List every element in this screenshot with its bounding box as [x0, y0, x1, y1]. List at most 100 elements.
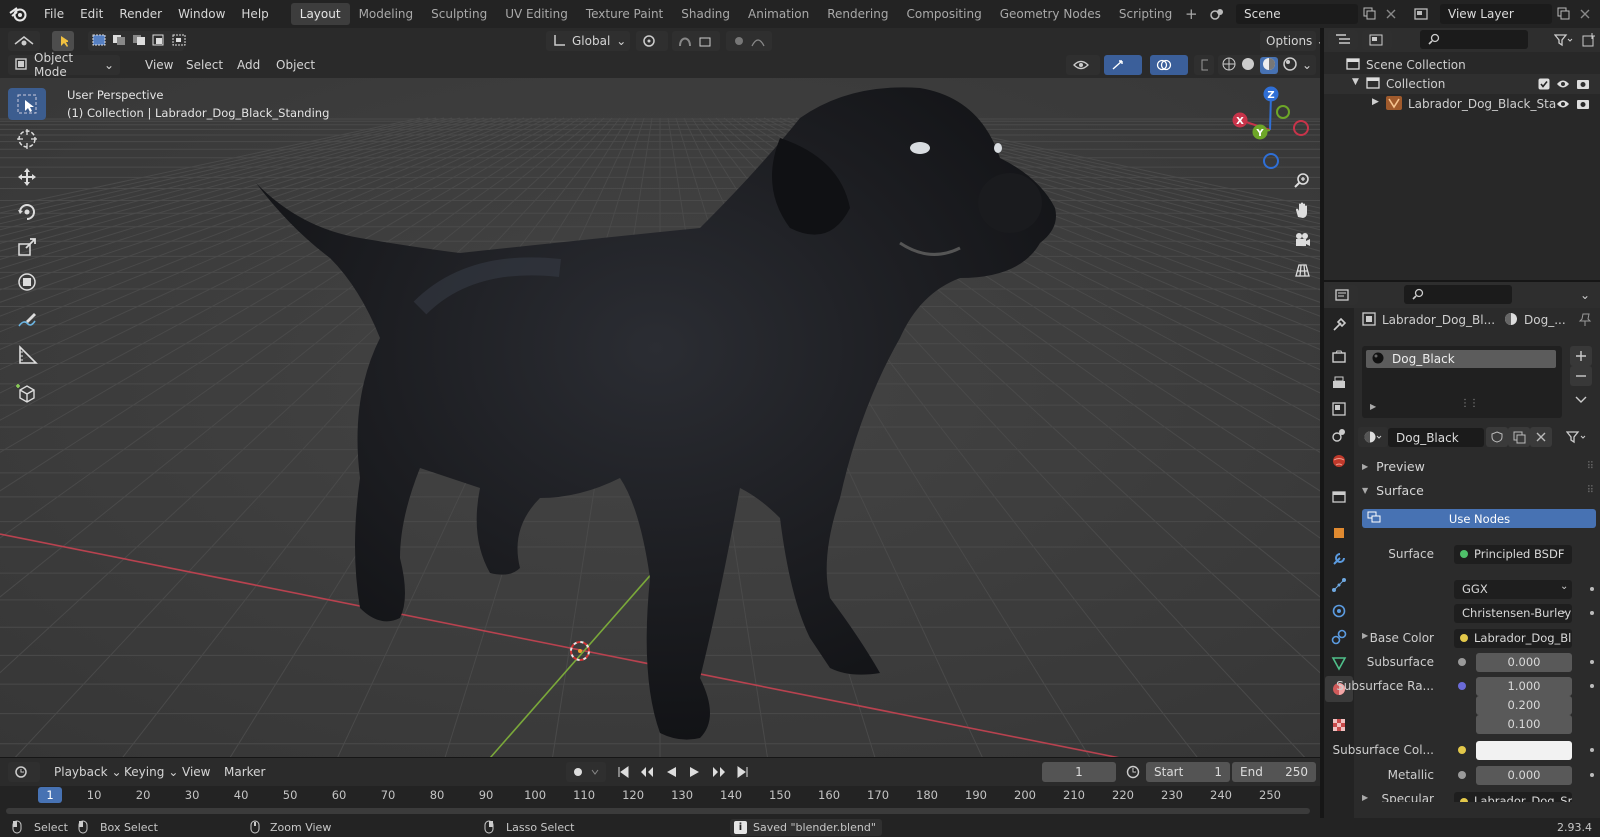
drag-handle-icon[interactable]: ⠿ [1587, 461, 1594, 472]
gizmo-neg-x-axis[interactable] [1293, 120, 1309, 136]
preview-range-icon[interactable] [1122, 762, 1144, 782]
solid-shading-icon[interactable] [1241, 57, 1255, 74]
subsurface-radius-x-field[interactable]: 1.000 [1476, 676, 1572, 696]
delete-scene-icon[interactable] [1380, 4, 1402, 24]
view-layer-browse-icon[interactable] [1410, 4, 1432, 24]
outliner-search-input[interactable] [1420, 30, 1528, 49]
report-message[interactable]: i Saved "blender.blend" [730, 819, 882, 836]
zoom-icon[interactable] [1288, 166, 1316, 194]
remove-material-slot-button[interactable] [1570, 366, 1592, 386]
timeline-menu-marker[interactable]: Marker [224, 765, 265, 779]
menu-edit[interactable]: Edit [72, 0, 111, 28]
move-tool-icon[interactable] [8, 161, 46, 193]
drag-handle-icon[interactable]: ⠿ [1587, 485, 1594, 496]
visibility-dropdown[interactable] [1066, 55, 1100, 75]
menu-select[interactable]: Select [186, 58, 223, 72]
cursor-tool-icon[interactable] [8, 123, 46, 155]
new-view-layer-icon[interactable] [1552, 4, 1574, 24]
browse-material-icon[interactable] [1358, 427, 1388, 447]
select-tool-icon[interactable] [52, 31, 74, 51]
end-frame-field[interactable]: End 250 [1232, 762, 1316, 782]
scene-browse-icon[interactable] [1206, 4, 1228, 24]
object-tab-icon[interactable] [1325, 520, 1353, 546]
tab-scripting[interactable]: Scripting [1110, 3, 1181, 25]
material-slot-item[interactable]: Dog_Black [1366, 350, 1556, 368]
menu-help[interactable]: Help [233, 0, 276, 28]
output-tab-icon[interactable] [1325, 370, 1353, 396]
select-box-tool-icon[interactable] [8, 88, 46, 120]
delete-view-layer-icon[interactable] [1574, 4, 1596, 24]
add-workspace-button[interactable]: + [1181, 5, 1201, 23]
fake-user-shield-icon[interactable] [1486, 427, 1508, 447]
exclude-checkbox[interactable] [1538, 78, 1550, 93]
menu-object[interactable]: Object [276, 58, 315, 72]
constraints-tab-icon[interactable] [1325, 624, 1353, 650]
menu-file[interactable]: File [36, 0, 72, 28]
transform-tool-icon[interactable] [8, 266, 46, 298]
timeline-menu-view[interactable]: View [182, 765, 210, 779]
resize-handle-icon[interactable]: ⋮⋮ [1460, 398, 1479, 409]
camera-icon[interactable] [1576, 98, 1590, 113]
pivot-point-dropdown[interactable] [636, 31, 668, 51]
jump-start-icon[interactable] [612, 762, 634, 782]
scene-tab-icon[interactable] [1325, 422, 1353, 448]
outliner-editor-type-button[interactable] [1328, 30, 1358, 50]
menu-view[interactable]: View [145, 58, 173, 72]
measure-tool-icon[interactable] [8, 339, 46, 371]
menu-add[interactable]: Add [237, 58, 260, 72]
tab-layout[interactable]: Layout [290, 3, 350, 25]
material-name-field[interactable]: Dog_Black [1388, 427, 1484, 447]
base-color-field[interactable]: Labrador_Dog_Bla... [1454, 628, 1572, 648]
add-cube-tool-icon[interactable] [8, 377, 46, 409]
keyframe-dot-icon[interactable] [1590, 660, 1594, 664]
outliner-row-scene-collection[interactable]: Scene Collection [1346, 56, 1466, 74]
expand-collection-icon[interactable]: ▼ [1352, 77, 1359, 87]
keyframe-dot-icon[interactable] [1590, 773, 1594, 777]
tab-uv-editing[interactable]: UV Editing [496, 3, 577, 25]
view-layer-field[interactable]: View Layer [1440, 3, 1552, 24]
subsurface-color-swatch[interactable] [1476, 740, 1572, 760]
start-frame-field[interactable]: Start 1 [1146, 762, 1230, 782]
keyframe-dot-icon[interactable] [1590, 748, 1594, 752]
expand-slot-list-icon[interactable]: ▶ [1370, 402, 1376, 411]
subsurface-field[interactable]: 0.000 [1476, 652, 1572, 672]
area-divider-horizontal[interactable] [1324, 280, 1600, 282]
eye-icon[interactable] [1556, 78, 1570, 93]
camera-view-icon[interactable] [1288, 226, 1316, 254]
xray-toggle[interactable] [1194, 55, 1214, 75]
annotate-tool-icon[interactable] [8, 304, 46, 336]
gizmo-toggle[interactable] [1104, 55, 1142, 75]
material-filter-icon[interactable] [1562, 427, 1592, 447]
current-frame-field[interactable]: 1 [1042, 762, 1116, 782]
menu-render[interactable]: Render [111, 0, 170, 28]
properties-search-input[interactable] [1404, 285, 1512, 304]
transform-orientation-dropdown[interactable]: Global ⌄ [546, 31, 630, 51]
overlays-toggle[interactable] [1150, 55, 1188, 75]
modifier-tab-icon[interactable] [1325, 546, 1353, 572]
gizmo-neg-z-axis[interactable] [1263, 153, 1279, 169]
add-material-slot-button[interactable] [1570, 346, 1592, 366]
display-mode-dropdown[interactable] [1362, 30, 1392, 50]
rotate-tool-icon[interactable] [8, 196, 46, 228]
new-collection-icon[interactable] [1578, 30, 1600, 50]
select-new-icon[interactable] [91, 33, 107, 50]
keyframe-dot-icon[interactable] [1590, 611, 1594, 615]
orthographic-toggle-icon[interactable] [1288, 256, 1316, 284]
area-divider-vertical[interactable] [1320, 28, 1324, 818]
collection-tab-icon[interactable] [1325, 484, 1353, 510]
properties-editor-type-button[interactable] [1328, 285, 1358, 305]
menu-window[interactable]: Window [170, 0, 233, 28]
timeline-ruler[interactable]: 1 10 20 30 40 50 60 70 80 90 100 110 120 130 140 150 160… [0, 786, 1320, 818]
play-icon[interactable] [684, 762, 706, 782]
subsurface-method-dropdown[interactable]: Christensen-Burley [1454, 603, 1572, 623]
preview-panel-header[interactable]: ▶ Preview ⠿ [1358, 456, 1600, 476]
texture-tab-icon[interactable] [1325, 712, 1353, 738]
scene-name-field[interactable]: Scene [1236, 3, 1358, 24]
tab-sculpting[interactable]: Sculpting [422, 3, 496, 25]
outliner-row-collection[interactable]: ▼ Collection [1324, 74, 1600, 94]
playback-dropdown[interactable]: Playback ⌄ [48, 762, 122, 782]
keying-dropdown[interactable]: Keying ⌄ [118, 762, 178, 782]
outliner-row-object[interactable]: ▶ Labrador_Dog_Black_Sta [1324, 94, 1600, 114]
metallic-field[interactable]: 0.000 [1476, 765, 1572, 785]
physics-tab-icon[interactable] [1325, 598, 1353, 624]
